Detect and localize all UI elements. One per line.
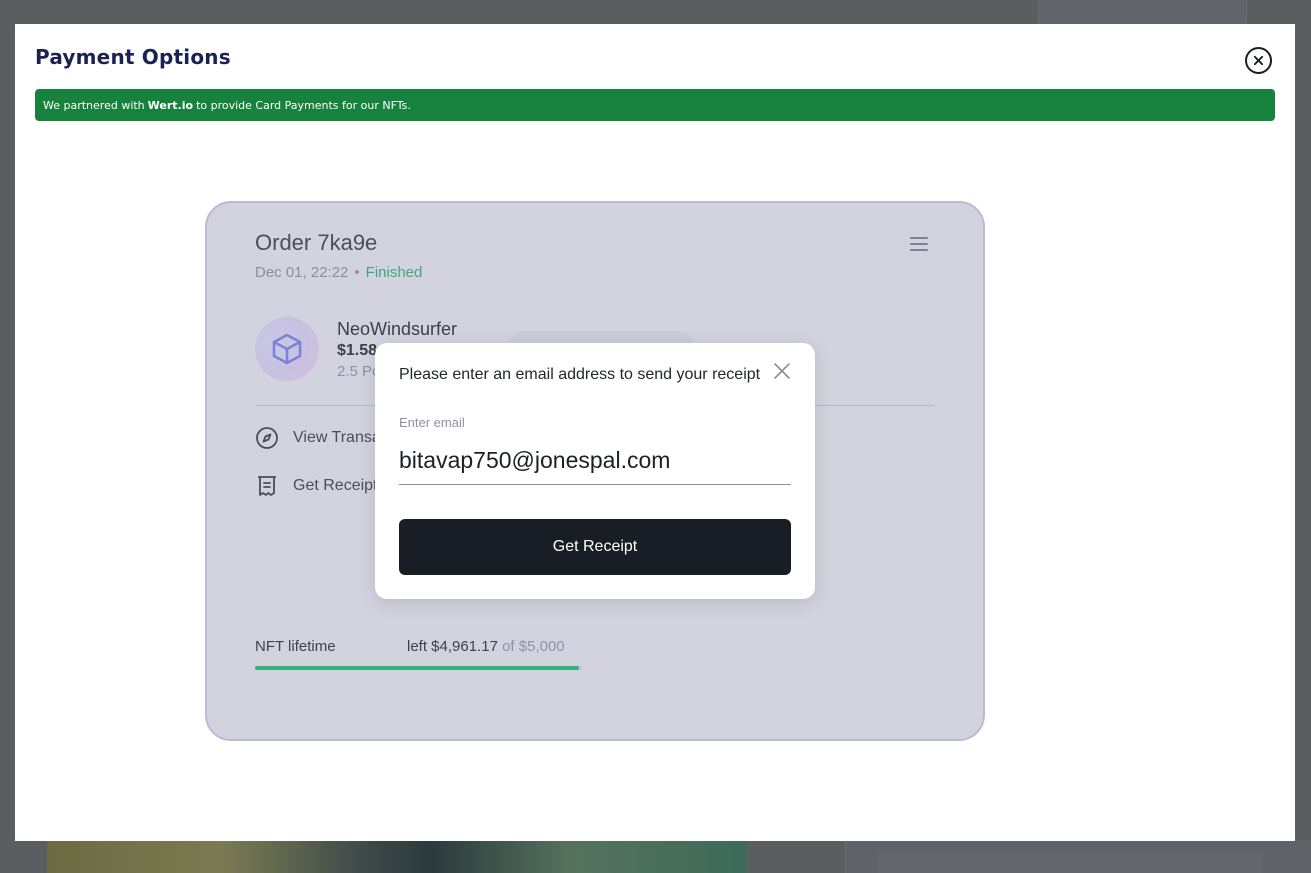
background-hero-image [47,840,747,873]
meta-separator: • [354,264,360,281]
nft-price: $1.58 [337,342,378,359]
lifetime-progress-fill [255,666,580,670]
dialog-close-icon[interactable] [773,362,791,380]
nft-amount: 2.5 Po [337,363,381,380]
cube-icon [272,333,302,365]
order-title: Order 7ka9e [255,230,378,255]
get-receipt-link[interactable]: Get Receipt [255,474,377,498]
order-status: Finished [365,264,423,281]
get-receipt-button[interactable]: Get Receipt [399,519,791,575]
background-header-box [1038,0,1247,26]
close-icon [1253,55,1264,66]
order-meta: Dec 01, 22:22 • Finished [255,264,422,281]
get-receipt-label: Get Receipt [293,477,378,494]
receipt-icon [258,476,276,496]
modal-title: Payment Options [35,45,231,69]
partner-banner: We partnered with Wert.io to provide Car… [35,89,1275,121]
compass-icon [256,427,278,449]
lifetime-progress-bar [255,666,582,670]
receipt-email-dialog: Please enter an email address to send yo… [375,343,815,599]
hamburger-menu-icon[interactable] [910,237,928,251]
lifetime-remaining: left $4,961.17 of $5,000 [407,638,565,655]
background-side-card [878,852,1262,873]
email-input[interactable] [399,437,791,485]
email-field-label: Enter email [399,415,465,430]
banner-prefix: We partnered with [43,98,145,112]
nft-lifetime-label: NFT lifetime [255,638,336,655]
lifetime-total: of $5,000 [502,638,565,655]
nft-name: NeoWindsurfer [337,319,458,339]
modal-close-button[interactable] [1245,47,1272,74]
banner-suffix: to provide Card Payments for our NFTs. [196,98,411,112]
banner-partner: Wert.io [147,98,194,112]
view-transaction-label: View Transa [293,429,381,446]
nft-avatar [255,317,319,381]
dialog-title: Please enter an email address to send yo… [399,366,761,383]
order-date: Dec 01, 22:22 [255,264,349,281]
view-transaction-link[interactable]: View Transa [255,426,381,450]
lifetime-left: left $4,961.17 [407,638,498,655]
